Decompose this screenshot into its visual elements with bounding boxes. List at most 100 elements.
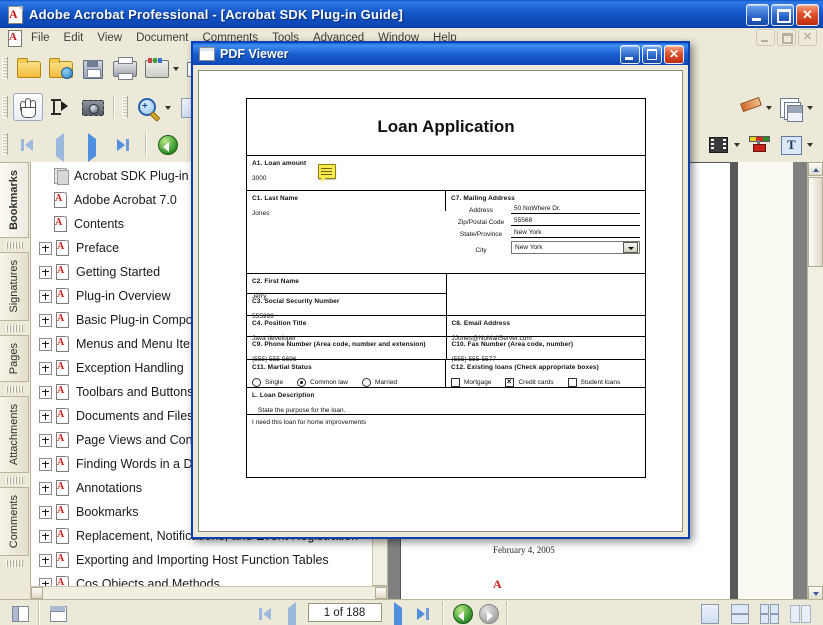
address-input[interactable]: 50 NoWhere Dr.	[511, 205, 640, 214]
close-button[interactable]: ✕	[796, 4, 819, 26]
expand-icon[interactable]	[39, 433, 52, 447]
mdi-restore-button[interactable]	[777, 29, 796, 46]
radio-icon[interactable]	[252, 378, 261, 387]
sidebar-item-pages[interactable]: Pages	[0, 334, 29, 382]
checkbox-mortgage[interactable]: Mortgage	[451, 378, 491, 387]
scroll-down-icon[interactable]	[808, 586, 823, 600]
stamp-icon[interactable]	[743, 130, 773, 158]
next-view-button[interactable]	[476, 603, 500, 624]
text-box-dropdown-icon[interactable]	[806, 131, 815, 157]
next-page-button[interactable]	[386, 601, 410, 625]
zoom-in-icon[interactable]: +	[133, 93, 163, 121]
movie-dropdown-icon[interactable]	[733, 131, 742, 157]
sidebar-item-comments[interactable]: Comments	[0, 486, 29, 557]
sticky-note-icon[interactable]	[318, 164, 336, 182]
list-item[interactable]: A Exporting and Importing Host Function …	[31, 548, 387, 572]
checkbox-student-loans[interactable]: Student loans	[567, 378, 620, 387]
pencil-icon[interactable]	[735, 93, 765, 121]
layers-dropdown-icon[interactable]	[806, 94, 815, 120]
sidebar-item-bookmarks[interactable]: Bookmarks	[0, 162, 29, 238]
expand-icon[interactable]	[39, 265, 52, 279]
expand-icon[interactable]	[39, 241, 52, 255]
last-page-icon[interactable]	[109, 130, 139, 158]
checkbox-credit-cards[interactable]: Credit cards	[505, 377, 554, 387]
expand-icon[interactable]	[39, 289, 52, 303]
text-box-icon[interactable]: T	[775, 130, 805, 158]
continuous-layout-button[interactable]	[725, 603, 753, 624]
dialog-close-button[interactable]: ✕	[664, 44, 684, 64]
toolbar-grip[interactable]	[2, 57, 8, 79]
facing-layout-button[interactable]	[755, 603, 783, 624]
save-icon[interactable]	[77, 54, 107, 82]
checkbox-icon[interactable]	[451, 378, 460, 387]
expand-icon[interactable]	[39, 529, 52, 543]
field-value[interactable]: I need this loan for home improvements	[252, 418, 640, 427]
expand-icon[interactable]	[39, 385, 52, 399]
field-value[interactable]: Jones	[252, 209, 440, 218]
zoom-dropdown-icon[interactable]	[164, 94, 173, 120]
dialog-title-bar[interactable]: PDF Viewer ✕	[193, 43, 688, 65]
previous-page-button[interactable]	[280, 601, 304, 625]
page-thumbnail-icon[interactable]	[46, 603, 70, 623]
mdi-minimize-button[interactable]	[756, 29, 775, 46]
pencil-dropdown-icon[interactable]	[765, 94, 774, 120]
maximize-button[interactable]	[771, 4, 794, 26]
toolbar-grip[interactable]	[2, 133, 8, 155]
sidebar-toggle-icon[interactable]	[8, 603, 32, 623]
expand-icon[interactable]	[39, 313, 52, 327]
field-value[interactable]: 3000	[252, 174, 640, 183]
dialog-minimize-button[interactable]	[620, 44, 640, 64]
print-icon[interactable]	[109, 54, 139, 82]
chevron-down-icon[interactable]	[623, 242, 638, 253]
layers-icon[interactable]	[775, 93, 805, 122]
sidebar-item-signatures[interactable]: Signatures	[0, 251, 29, 321]
mdi-close-button[interactable]: ✕	[798, 29, 817, 46]
continuous-facing-layout-button[interactable]	[785, 603, 815, 623]
expand-icon[interactable]	[39, 553, 52, 567]
last-page-button[interactable]	[412, 603, 436, 623]
scroll-left-icon[interactable]	[31, 587, 43, 599]
first-page-icon[interactable]	[13, 130, 43, 158]
menu-view[interactable]: View	[90, 31, 129, 45]
hand-tool-icon[interactable]	[13, 93, 43, 121]
movie-icon[interactable]	[702, 130, 732, 158]
scrollbar-thumb[interactable]	[808, 177, 823, 267]
checkbox-icon-checked[interactable]	[505, 377, 515, 387]
expand-icon[interactable]	[39, 457, 52, 471]
expand-icon[interactable]	[39, 481, 52, 495]
expand-icon[interactable]	[39, 337, 52, 351]
organizer-dropdown-icon[interactable]	[172, 55, 181, 81]
next-page-icon[interactable]	[77, 130, 107, 162]
radio-common-law[interactable]: Common law	[297, 378, 348, 387]
page-number-display[interactable]: 1 of 188	[307, 603, 382, 622]
menu-file[interactable]: File	[24, 31, 57, 45]
city-select[interactable]: New York	[511, 241, 640, 254]
toolbar-grip[interactable]	[2, 96, 8, 118]
toolbar-grip[interactable]	[122, 96, 128, 118]
organizer-icon[interactable]	[141, 54, 171, 82]
radio-icon[interactable]	[362, 378, 372, 387]
radio-married[interactable]: Married	[362, 378, 397, 387]
previous-page-icon[interactable]	[45, 130, 75, 162]
document-scrollbar[interactable]	[807, 162, 823, 600]
minimize-button[interactable]	[746, 4, 769, 26]
radio-icon-selected[interactable]	[297, 378, 307, 387]
state-input[interactable]: New York	[511, 229, 640, 238]
field-loan-description-value[interactable]: I need this loan for home improvements	[247, 414, 645, 517]
scroll-right-icon[interactable]	[375, 587, 387, 599]
single-page-layout-button[interactable]	[695, 603, 723, 624]
dialog-maximize-button[interactable]	[642, 44, 662, 64]
expand-icon[interactable]	[39, 505, 52, 519]
expand-icon[interactable]	[39, 361, 52, 375]
checkbox-icon[interactable]	[567, 378, 577, 387]
scroll-up-icon[interactable]	[808, 162, 823, 176]
select-text-icon[interactable]	[45, 93, 75, 121]
first-page-button[interactable]	[254, 603, 278, 623]
previous-view-button[interactable]	[450, 603, 474, 624]
open-web-icon[interactable]	[45, 54, 75, 82]
sidebar-item-attachments[interactable]: Attachments	[0, 395, 29, 473]
expand-icon[interactable]	[39, 409, 52, 423]
menu-document[interactable]: Document	[129, 31, 195, 45]
snapshot-icon[interactable]	[77, 93, 107, 121]
open-icon[interactable]	[13, 54, 43, 82]
